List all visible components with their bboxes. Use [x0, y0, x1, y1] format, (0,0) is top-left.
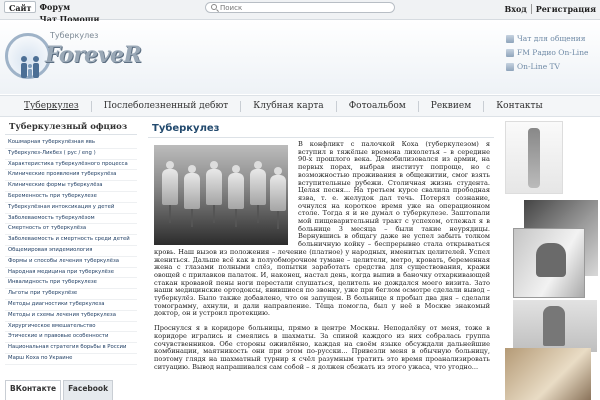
logo-pretitle: Туберкулез [50, 31, 99, 40]
nav-item-club-card[interactable]: Клубная карта [240, 100, 335, 112]
radio-link-label: FM Радио On-Line [517, 48, 589, 57]
sidebar-item[interactable]: Общемировая эпидемиология [5, 246, 137, 257]
sidebar-menu: Кошмарная туберкулёзная явь Туберкулез-Л… [5, 138, 137, 365]
sidebar-item[interactable]: Марш Коха по Украине [5, 354, 137, 365]
sidebar-item[interactable]: Клинические формы туберкулёза [5, 181, 137, 192]
sidebar-item[interactable]: Формы и способы лечения туберкулёза [5, 257, 137, 268]
tab-facebook[interactable]: Facebook [63, 380, 114, 400]
sidebar-item[interactable]: Народная медицина при туберкулёзе [5, 268, 137, 279]
divider [530, 4, 532, 14]
side-photo-figure [505, 121, 563, 194]
sidebar-item[interactable]: Этические и правовые особенности [5, 332, 137, 344]
nav-item-contacts[interactable]: Контакты [483, 100, 555, 112]
tv-link[interactable]: On-Line TV [506, 62, 588, 71]
sidebar-title: Туберкулезный офциоз [5, 121, 137, 135]
nav-item-debut[interactable]: Послеболезненный дебют [90, 100, 241, 112]
tv-link-label: On-Line TV [517, 62, 560, 71]
nav-item-requiem[interactable]: Реквием [417, 100, 483, 112]
article-paragraph: Проснулся я в коридоре больницы, прямо в… [154, 324, 490, 371]
site-tab[interactable]: Сайт [4, 1, 37, 13]
nav-item-photo-album[interactable]: Фотоальбом [335, 100, 418, 112]
sidebar-item[interactable]: Хирургическое вмешательство [5, 322, 137, 333]
page-title: Туберкулез [148, 121, 494, 138]
login-link[interactable]: Вход [504, 4, 526, 14]
sidebar-item[interactable]: Заболеваемость и смертность среди детей [5, 235, 137, 246]
sidebar-item[interactable]: Беременность при туберкулезе [5, 192, 137, 203]
chat-icon [506, 34, 514, 43]
forum-link[interactable]: Форум [36, 1, 102, 13]
family-icon [21, 56, 39, 78]
auth-links: Вход Регистрация [504, 4, 596, 14]
side-photo-vintage [505, 348, 591, 400]
top-bar: Сайт Форум Чат Помощи Вход Регистрация [0, 0, 600, 23]
sidebar-item[interactable]: Туберкулёзная интоксикация у детей [5, 203, 137, 214]
radio-link[interactable]: FM Радио On-Line [506, 48, 588, 57]
register-link[interactable]: Регистрация [536, 4, 596, 14]
header-links: Чат для общения FM Радио On-Line On-Line… [506, 34, 588, 71]
nav-item-tuberculosis[interactable]: Туберкулез [8, 101, 91, 112]
site-header: Туберкулез ForeveR Чат для общения FM Ра… [0, 21, 600, 94]
tab-vkontakte[interactable]: ВКонтакте [5, 380, 62, 400]
sidebar-item[interactable]: Методы диагностики туберкулеза [5, 300, 137, 311]
logo-title: ForeveR [45, 42, 142, 68]
main-nav: Туберкулез Послеболезненный дебют Клубна… [0, 95, 600, 117]
social-tabs: ВКонтакте Facebook [5, 380, 137, 400]
side-photo-woman [513, 228, 585, 298]
photo-spacer [154, 145, 292, 245]
sidebar-item[interactable]: Методы и схемы лечения туберкулеза [5, 311, 137, 322]
search-input[interactable] [220, 3, 390, 12]
sidebar-item[interactable]: Заболеваемость туберкулёзом [5, 214, 137, 225]
chat-link-label: Чат для общения [517, 34, 586, 43]
side-photo-patient [513, 300, 597, 352]
article-body: В конфликт с палочкой Коха (туберкулезом… [154, 140, 490, 378]
search-box[interactable] [205, 2, 395, 13]
sidebar-item[interactable]: Национальная стратегия борьбы в России [5, 343, 137, 354]
tv-icon [506, 62, 514, 71]
main-content: Туберкулез В конфликт с палочкой Коха (т… [148, 121, 494, 400]
sidebar-item[interactable]: Характеристика туберкулёзного процесса [5, 160, 137, 171]
sidebar: Туберкулезный офциоз Кошмарная туберкулё… [5, 121, 137, 400]
sidebar-item[interactable]: Кошмарная туберкулёзная явь [5, 138, 137, 149]
sidebar-item[interactable]: Льготы при туберкулёзе [5, 289, 137, 300]
search-icon[interactable] [211, 4, 217, 10]
sidebar-item[interactable]: Инвалидность при туберкулезе [5, 278, 137, 290]
sidebar-item[interactable]: Клинические проявления туберкулёза [5, 170, 137, 182]
radio-icon [506, 48, 514, 57]
chat-link[interactable]: Чат для общения [506, 34, 588, 43]
site-logo[interactable]: Туберкулез ForeveR [5, 29, 142, 87]
sidebar-item[interactable]: Смертность от туберкулёза [5, 224, 137, 236]
sidebar-item[interactable]: Туберкулез-Ликбез ( рус / eng ) [5, 149, 137, 160]
